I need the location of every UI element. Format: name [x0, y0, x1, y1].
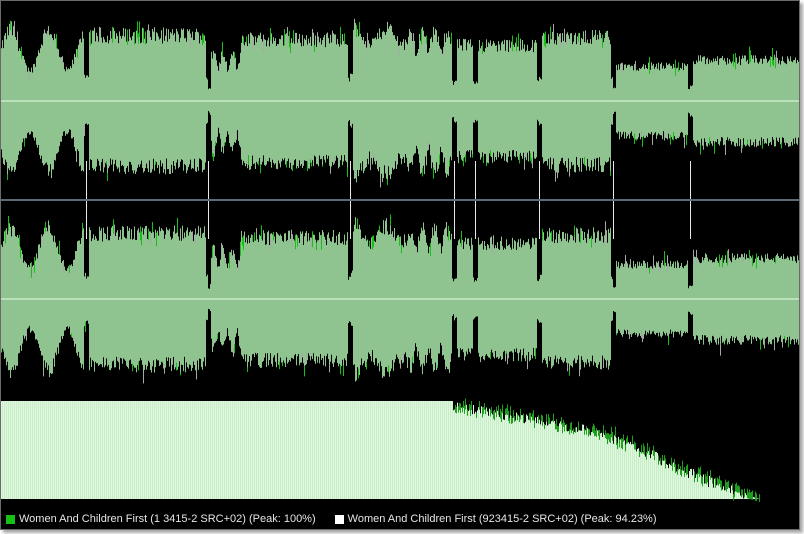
legend-item-track-1: Women And Children First (1 3415-2 SRC+0…	[6, 513, 316, 525]
legend-item-track-2: Women And Children First (923415-2 SRC+0…	[334, 513, 657, 525]
upper-channel-waveform	[1, 18, 799, 188]
legend-swatch-track-2	[334, 514, 344, 524]
lower-channel-waveform	[1, 214, 799, 384]
legend-bar: Women And Children First (1 3415-2 SRC+0…	[1, 509, 799, 529]
waveform-comparison-view: Women And Children First (1 3415-2 SRC+0…	[0, 0, 800, 530]
level-distribution-histogram	[1, 398, 760, 502]
legend-swatch-track-1	[6, 514, 15, 524]
waveform-canvas	[1, 18, 799, 502]
legend-label-track-1: Women And Children First (1 3415-2 SRC+0…	[19, 513, 316, 525]
legend-label-track-2: Women And Children First (923415-2 SRC+0…	[347, 513, 657, 525]
